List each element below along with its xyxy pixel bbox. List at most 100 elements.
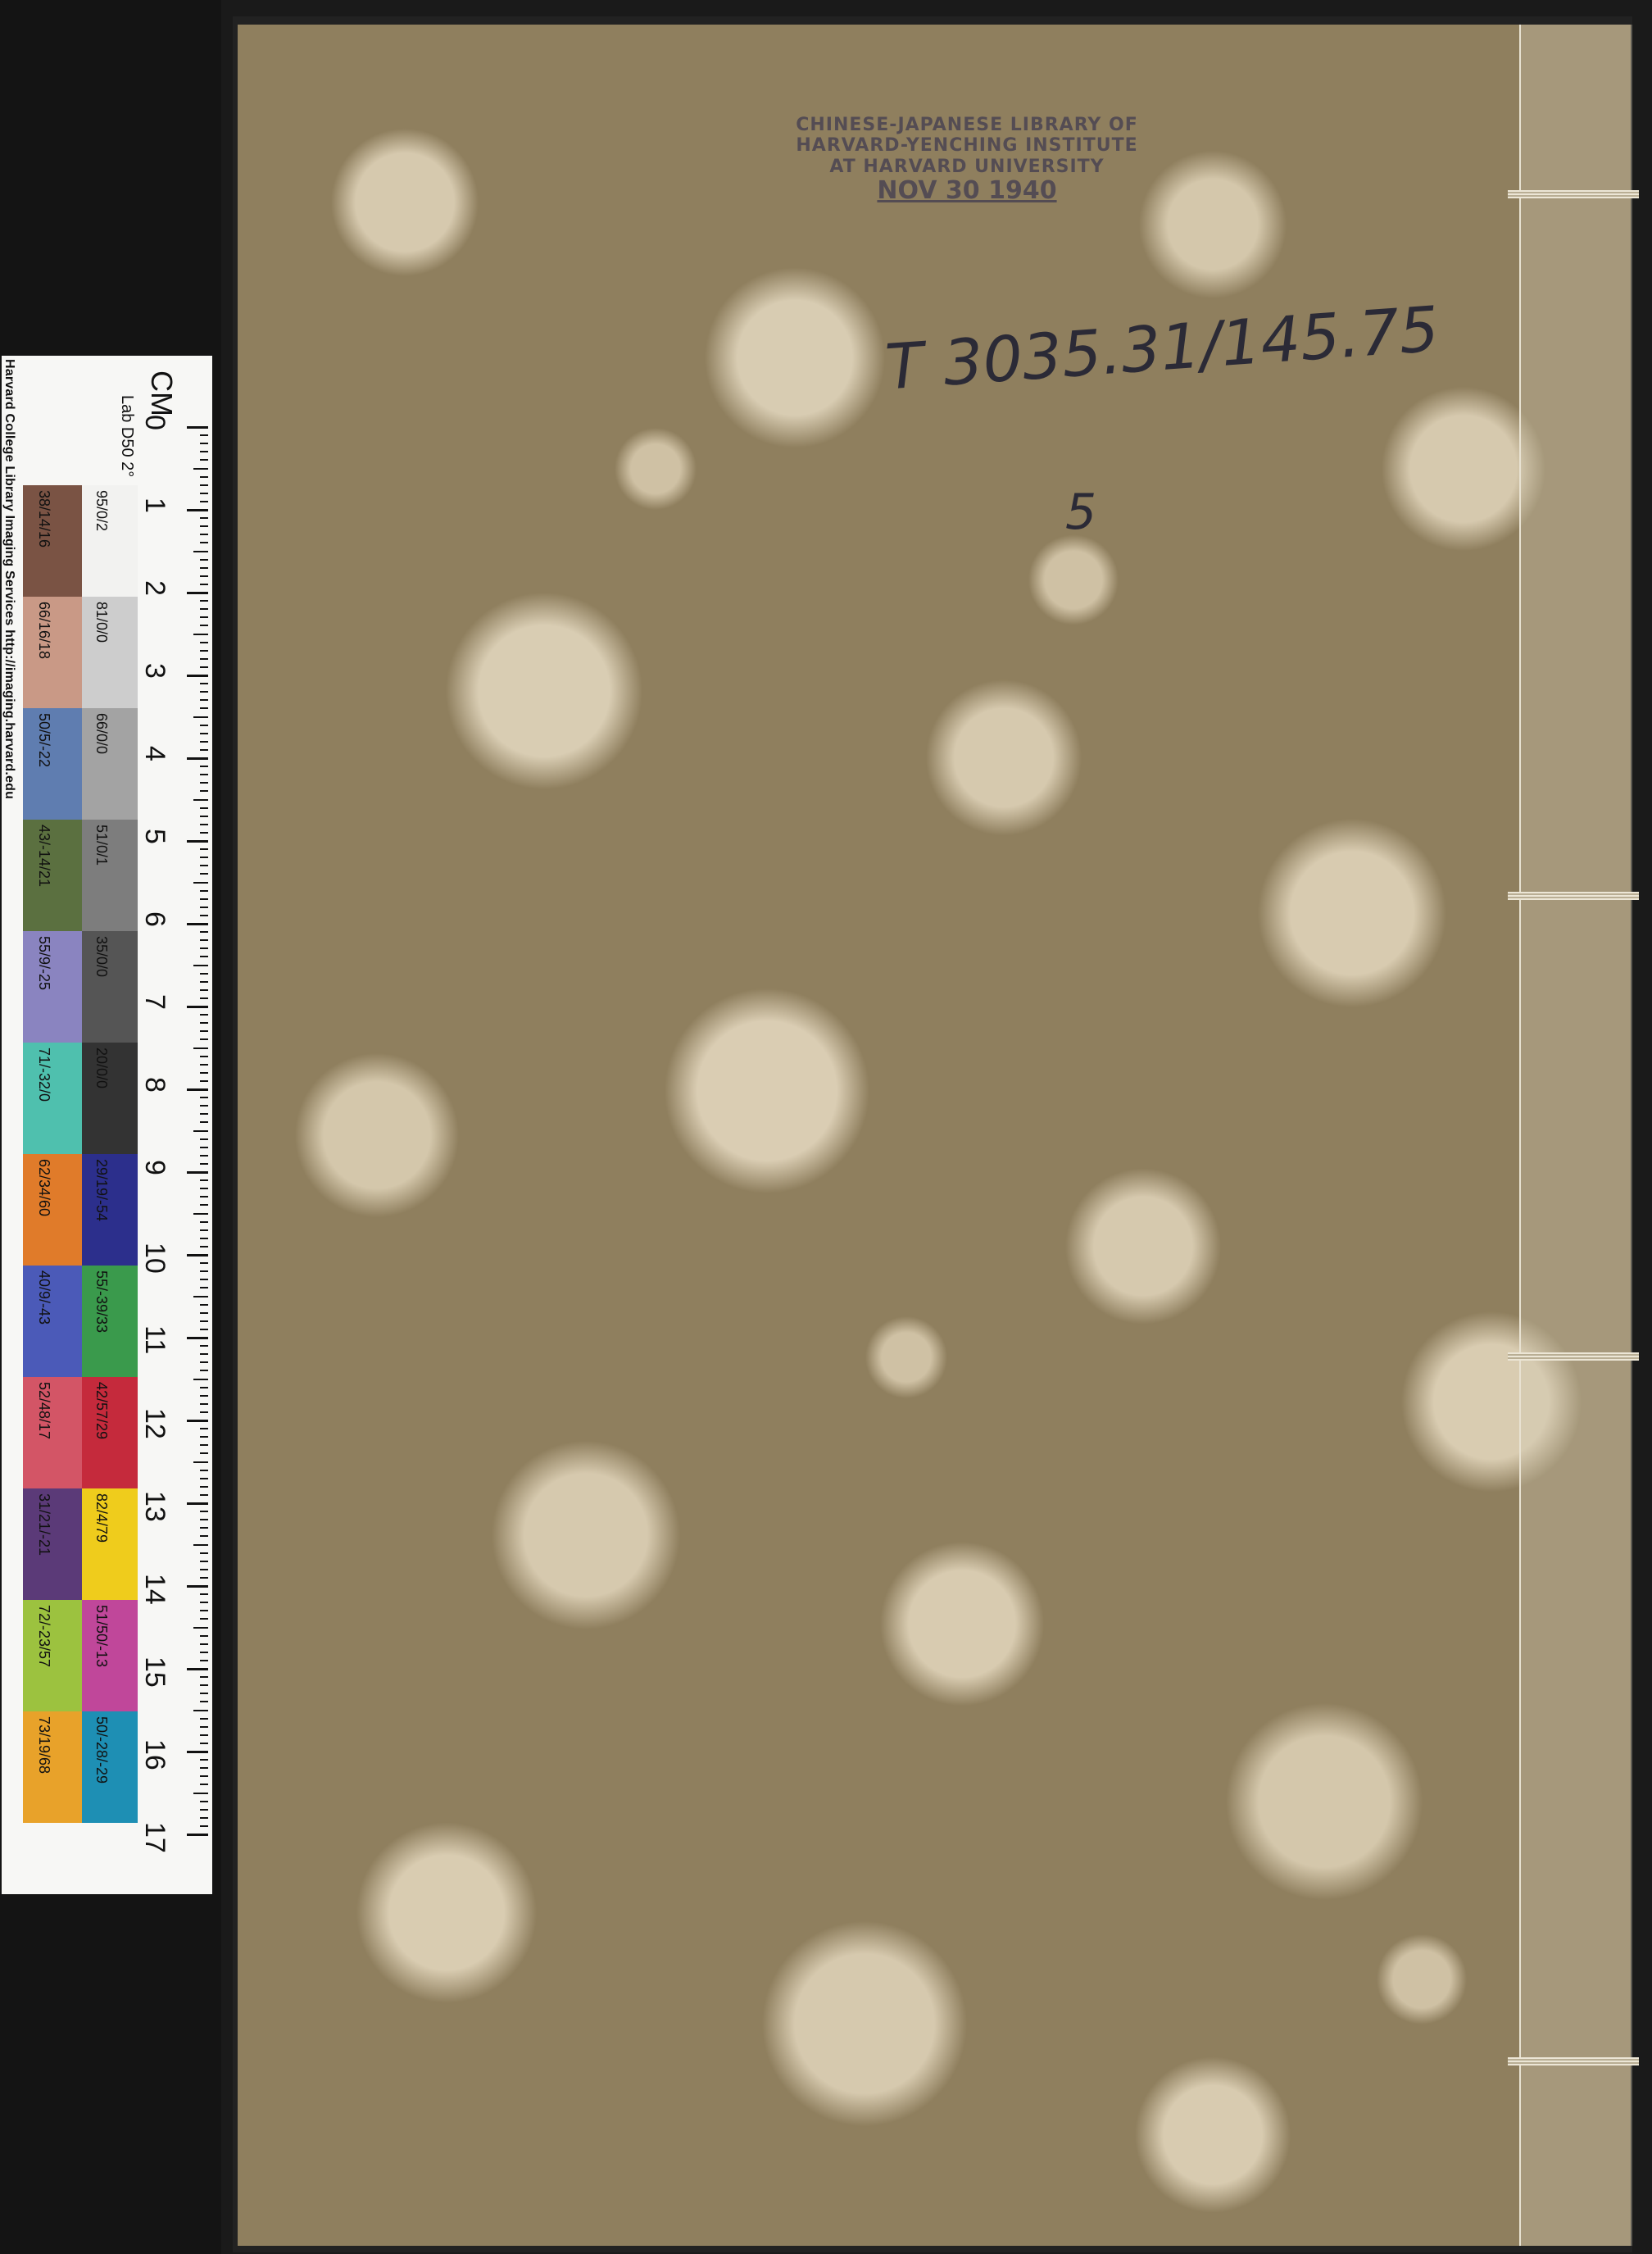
ruler-minor-tick bbox=[193, 1129, 208, 1132]
ruler-minor-tick bbox=[200, 1684, 208, 1687]
ruler-minor-tick bbox=[200, 774, 208, 776]
ruler-tick bbox=[187, 1006, 208, 1008]
swatch-label: 66/16/18 bbox=[36, 602, 52, 660]
ruler-minor-tick bbox=[200, 1196, 208, 1198]
ruler-minor-tick bbox=[200, 1428, 208, 1430]
lab-label: Lab D50 2° bbox=[118, 395, 136, 478]
swatch-label: 35/0/0 bbox=[93, 936, 110, 978]
gray-swatch: 82/4/79 bbox=[82, 1488, 138, 1600]
ruler-minor-tick bbox=[200, 1477, 208, 1479]
ruler-minor-tick bbox=[200, 1270, 208, 1273]
ruler-minor-tick bbox=[200, 558, 208, 561]
ruler-minor-tick bbox=[200, 939, 208, 942]
gray-swatch: 55/-39/33 bbox=[82, 1266, 138, 1377]
ruler-minor-tick bbox=[200, 823, 208, 825]
color-swatch: 50/5/-22 bbox=[23, 708, 82, 820]
ruler-tick bbox=[187, 1171, 208, 1174]
ruler-minor-tick bbox=[193, 1792, 208, 1794]
swatch-label: 50/-28/-29 bbox=[93, 1716, 110, 1784]
ruler-minor-tick bbox=[200, 434, 208, 437]
ruler-minor-tick bbox=[193, 1543, 208, 1546]
stamp-line: HARVARD-YENCHING INSTITUTE bbox=[796, 135, 1138, 157]
library-stamp: CHINESE-JAPANESE LIBRARY OF HARVARD-YENC… bbox=[795, 115, 1139, 205]
ruler-minor-tick bbox=[200, 848, 208, 851]
ruler-minor-tick bbox=[200, 931, 208, 934]
ruler-minor-tick bbox=[200, 1097, 208, 1099]
ruler-number: 6 bbox=[139, 911, 170, 927]
ruler-minor-tick bbox=[193, 467, 208, 470]
ruler-minor-tick bbox=[200, 790, 208, 793]
ruler-minor-tick bbox=[200, 1188, 208, 1190]
ruler-minor-tick bbox=[200, 1676, 208, 1679]
ruler-minor-tick bbox=[200, 1105, 208, 1107]
ruler-minor-tick bbox=[200, 1303, 208, 1306]
ruler-minor-tick bbox=[193, 881, 208, 884]
ruler-minor-tick bbox=[200, 1552, 208, 1554]
ruler-tick bbox=[187, 840, 208, 843]
swatch-label: 51/50/-13 bbox=[93, 1605, 110, 1668]
swatch-label: 72/-23/57 bbox=[36, 1605, 52, 1668]
swatch-label: 55/-39/33 bbox=[93, 1270, 110, 1334]
ruler-minor-tick bbox=[200, 1237, 208, 1239]
gray-swatch: 51/0/1 bbox=[82, 820, 138, 931]
ruler-minor-tick bbox=[200, 1576, 208, 1579]
ruler-minor-tick bbox=[200, 517, 208, 520]
binding-stitch bbox=[1508, 892, 1639, 900]
ruler-minor-tick bbox=[193, 1461, 208, 1463]
ruler-number: 9 bbox=[139, 1160, 170, 1175]
swatch-label: 50/5/-22 bbox=[36, 713, 52, 768]
stamp-line: CHINESE-JAPANESE LIBRARY OF bbox=[796, 115, 1138, 135]
ruler-number: 2 bbox=[139, 580, 170, 596]
ruler-number: 16 bbox=[139, 1739, 170, 1770]
ruler-minor-tick bbox=[200, 1610, 208, 1612]
ruler-minor-tick bbox=[200, 1394, 208, 1397]
ruler-tick bbox=[187, 675, 208, 677]
ruler-minor-tick bbox=[200, 1808, 208, 1811]
gray-swatch: 20/0/0 bbox=[82, 1043, 138, 1154]
ruler-minor-tick bbox=[200, 484, 208, 486]
ruler-minor-tick bbox=[200, 657, 208, 660]
ruler-minor-tick bbox=[200, 1386, 208, 1388]
ruler-number: 5 bbox=[139, 829, 170, 844]
ruler-minor-tick bbox=[200, 1121, 208, 1124]
ruler-minor-tick bbox=[193, 550, 208, 552]
ruler-minor-tick bbox=[200, 1179, 208, 1182]
ruler-minor-tick bbox=[200, 525, 208, 528]
ruler-minor-tick bbox=[200, 1320, 208, 1322]
ruler-number: 12 bbox=[139, 1408, 170, 1439]
ruler-minor-tick bbox=[200, 641, 208, 643]
swatch-label: 81/0/0 bbox=[93, 602, 110, 643]
ruler-minor-tick bbox=[200, 1436, 208, 1438]
ruler-minor-tick bbox=[200, 443, 208, 445]
ruler-minor-tick bbox=[200, 1262, 208, 1265]
ruler-minor-tick bbox=[200, 906, 208, 908]
ruler-minor-tick bbox=[200, 1593, 208, 1596]
volume-number: 5 bbox=[1065, 484, 1097, 541]
ruler-minor-tick bbox=[200, 1311, 208, 1314]
ruler-tick bbox=[187, 1585, 208, 1588]
ruler-minor-tick bbox=[200, 534, 208, 536]
ruler-minor-tick bbox=[200, 1063, 208, 1066]
ruler-number: 8 bbox=[139, 1077, 170, 1093]
color-swatch: 43/-14/21 bbox=[23, 820, 82, 931]
ruler-minor-tick bbox=[200, 1370, 208, 1372]
gray-swatch: 51/50/-13 bbox=[82, 1600, 138, 1711]
swatch-label: 51/0/1 bbox=[93, 825, 110, 866]
ruler-minor-tick bbox=[200, 732, 208, 734]
ruler-minor-tick bbox=[200, 625, 208, 627]
ruler-minor-tick bbox=[200, 451, 208, 453]
ruler-minor-tick bbox=[200, 649, 208, 652]
binding-stitch bbox=[1508, 2057, 1639, 2065]
ruler-minor-tick bbox=[200, 1055, 208, 1057]
binding-stitch bbox=[1508, 1352, 1639, 1361]
ruler-minor-tick bbox=[200, 1287, 208, 1289]
ruler-minor-tick bbox=[200, 724, 208, 726]
ruler-minor-tick bbox=[200, 1493, 208, 1496]
ruler-minor-tick bbox=[193, 716, 208, 718]
ruler-tick bbox=[187, 1502, 208, 1505]
swatch-label: 71/-32/0 bbox=[36, 1047, 52, 1102]
ruler-minor-tick bbox=[200, 1411, 208, 1413]
ruler-minor-tick bbox=[200, 1353, 208, 1356]
swatch-label: 66/0/0 bbox=[93, 713, 110, 755]
ruler-minor-tick bbox=[193, 1709, 208, 1711]
